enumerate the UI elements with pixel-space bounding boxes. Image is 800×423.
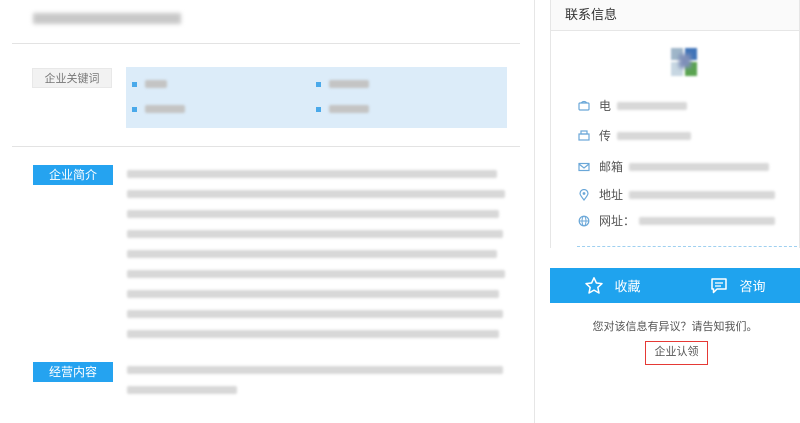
keyword-item[interactable] [316,80,369,88]
contact-label: 传 [599,129,612,143]
divider [12,146,520,147]
bullet-icon [316,106,321,112]
globe-icon [577,214,591,228]
consult-button[interactable]: 咨询 [675,268,800,303]
scope-label: 经营内容 [33,362,113,382]
chat-icon [711,277,728,293]
contact-fax: 传 [577,127,692,144]
contact-address: 地址 [577,186,776,203]
contact-website[interactable]: 网址： [577,212,776,229]
company-detail-panel: 企业关键词 企业简介 经营内容 [0,0,535,423]
keyword-item[interactable] [132,80,167,88]
intro-label: 企业简介 [33,165,113,185]
contact-card: 联系信息 电 传 邮箱 地址 网址： [550,0,800,248]
contact-title: 联系信息 [551,0,799,31]
consult-label: 咨询 [739,279,766,294]
keywords-box [126,67,507,128]
location-icon [577,188,591,202]
phone-icon [577,99,591,113]
contact-label: 网址： [599,214,636,228]
claim-company-button[interactable]: 企业认领 [645,341,708,365]
dashed-divider [577,246,797,247]
keyword-item[interactable] [132,105,185,113]
contact-label: 邮箱 [599,160,624,174]
action-bar: 收藏 咨询 [550,268,800,303]
bullet-icon [132,106,137,112]
divider [12,43,520,44]
keyword-item[interactable] [316,105,369,113]
contact-phone: 电 [577,97,688,114]
company-title-blurred [33,13,181,24]
contact-label: 地址 [599,188,624,202]
contact-label: 电 [599,99,612,113]
star-icon [585,276,604,294]
company-logo [665,44,705,82]
bullet-icon [132,81,137,87]
bullet-icon [316,81,321,87]
favorite-button[interactable]: 收藏 [550,268,675,303]
feedback-text[interactable]: 您对该信息有异议？请告知我们。 [550,318,800,334]
favorite-label: 收藏 [614,279,641,294]
keywords-label: 企业关键词 [32,68,112,88]
mail-icon [577,160,591,174]
contact-email: 邮箱 [577,158,770,175]
fax-icon [577,129,591,143]
